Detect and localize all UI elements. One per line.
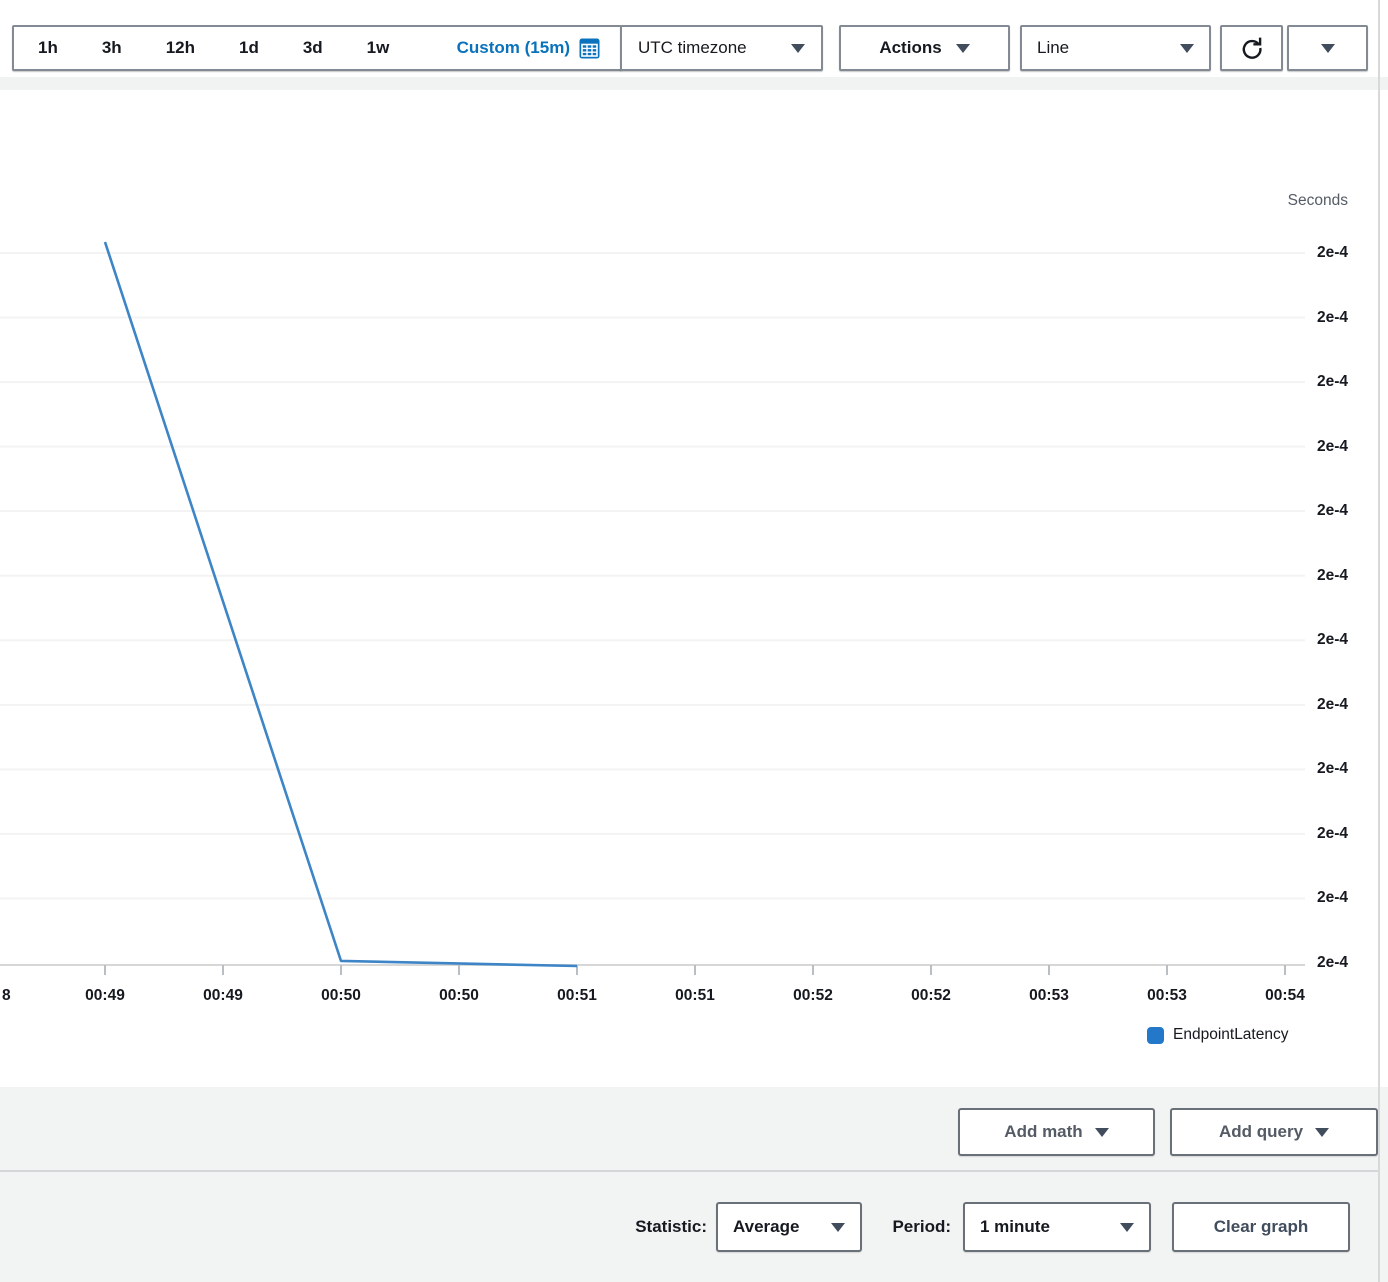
y-axis-unit-label: Seconds xyxy=(1288,192,1348,210)
x-tick-label: 00:49 xyxy=(85,987,125,1005)
clear-graph-label: Clear graph xyxy=(1214,1217,1308,1237)
statistic-label: Statistic: xyxy=(600,1202,707,1252)
cloudwatch-metric-graph-widget: 1h3h12h1d3d1w Custom (15m) UTC timezone … xyxy=(0,0,1388,1282)
period-value: 1 minute xyxy=(980,1217,1050,1237)
legend-color-swatch xyxy=(1147,1027,1164,1044)
panel-divider xyxy=(0,1170,1378,1172)
chevron-down-icon xyxy=(1315,1128,1329,1137)
x-tick-label: 00:53 xyxy=(1029,987,1069,1005)
x-tick-label: 00:52 xyxy=(793,987,833,1005)
x-tick-label: 00:49 xyxy=(203,987,243,1005)
add-math-label: Add math xyxy=(1004,1122,1082,1142)
statistic-value: Average xyxy=(733,1217,799,1237)
y-tick-label: 2e-4 xyxy=(1317,502,1348,520)
x-tick-label: 00:52 xyxy=(911,987,951,1005)
y-tick-label: 2e-4 xyxy=(1317,438,1348,456)
clear-graph-button[interactable]: Clear graph xyxy=(1172,1202,1350,1252)
period-label: Period: xyxy=(864,1202,951,1252)
period-select[interactable]: 1 minute xyxy=(963,1202,1151,1252)
y-tick-label: 2e-4 xyxy=(1317,309,1348,327)
add-query-button[interactable]: Add query xyxy=(1170,1108,1378,1156)
x-tick-label: 00:50 xyxy=(439,987,479,1005)
chevron-down-icon xyxy=(1095,1128,1109,1137)
legend-item-endpointlatency[interactable]: EndpointLatency xyxy=(1147,1026,1288,1044)
x-tick-label: 00:51 xyxy=(675,987,715,1005)
y-tick-label: 2e-4 xyxy=(1317,567,1348,585)
y-tick-label: 2e-4 xyxy=(1317,244,1348,262)
x-tick-label: 00:51 xyxy=(557,987,597,1005)
statistic-select[interactable]: Average xyxy=(716,1202,862,1252)
y-tick-label: 2e-4 xyxy=(1317,373,1348,391)
y-tick-label: 2e-4 xyxy=(1317,825,1348,843)
y-tick-label: 2e-4 xyxy=(1317,631,1348,649)
y-tick-label: 2e-4 xyxy=(1317,889,1348,907)
graph-options-panel: Add math Add query Statistic: Average Pe… xyxy=(0,1087,1388,1282)
chevron-down-icon xyxy=(1120,1223,1134,1232)
x-tick-label: 8 xyxy=(2,987,11,1005)
x-tick-label: 00:53 xyxy=(1147,987,1187,1005)
legend-label: EndpointLatency xyxy=(1173,1026,1288,1044)
add-query-label: Add query xyxy=(1219,1122,1303,1142)
chevron-down-icon xyxy=(831,1223,845,1232)
y-tick-label: 2e-4 xyxy=(1317,696,1348,714)
add-math-button[interactable]: Add math xyxy=(958,1108,1155,1156)
right-edge-divider xyxy=(1378,0,1380,1282)
y-tick-label: 2e-4 xyxy=(1317,954,1348,972)
x-tick-label: 00:54 xyxy=(1265,987,1305,1005)
x-tick-label: 00:50 xyxy=(321,987,361,1005)
y-tick-label: 2e-4 xyxy=(1317,760,1348,778)
